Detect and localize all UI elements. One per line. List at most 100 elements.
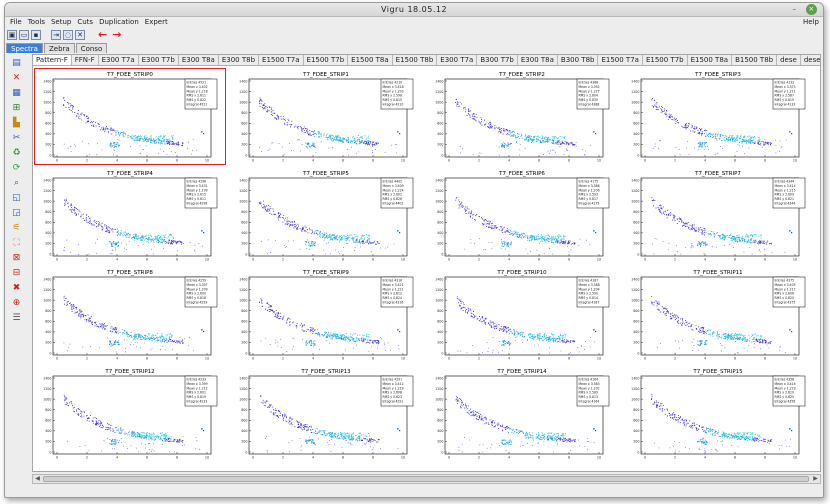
subtab-9[interactable]: E1500 T8b	[393, 55, 438, 65]
subtab-4[interactable]: E300 T8a	[179, 55, 219, 65]
subtab-7[interactable]: E1500 T7b	[304, 55, 349, 65]
stats-line: Mean y 1.219	[383, 386, 404, 390]
histogram-pad[interactable]: T7_FDEE_STRIP7 1400 1200 1000 800 600 400 200 0 0…	[623, 168, 813, 263]
histogram-pad[interactable]: T7_FDEE_STRIP0 1400 1200 1000 800 600 400 200 0 0…	[34, 68, 226, 165]
stats-line: Entries 4233	[187, 378, 207, 382]
subtab-14[interactable]: E1500 T7a	[598, 55, 643, 65]
x-tick-label: 0	[644, 258, 646, 262]
tab-conso[interactable]: Conso	[75, 43, 108, 53]
subtab-17[interactable]: B1500 T8b	[732, 55, 778, 65]
scrollbar-thumb[interactable]	[43, 476, 809, 482]
subtab-15[interactable]: E1500 T7b	[643, 55, 688, 65]
histogram-pad[interactable]: T7_FDEE_STRIP12 1400 1200 1000 800 600 400 200 0…	[35, 366, 225, 461]
subtab-5[interactable]: E300 T8b	[219, 55, 260, 65]
project-x-icon[interactable]: ◱	[11, 193, 22, 204]
cut-list-icon[interactable]: ⊟	[11, 268, 22, 279]
subtab-16[interactable]: E1500 T8a	[688, 55, 733, 65]
y-tick-label: 0	[49, 252, 51, 256]
scroll-right-icon[interactable]: ▶	[811, 475, 820, 483]
subtab-1[interactable]: FFN-F	[72, 55, 99, 65]
menu-duplication[interactable]: Duplication	[96, 17, 142, 28]
histogram-pad[interactable]: T7_FDEE_STRIP3 1400 1200 1000 800 600 400 200 0 0…	[623, 69, 813, 164]
scroll-left-icon[interactable]: ◀	[33, 475, 42, 483]
histogram-pad[interactable]: T7_FDEE_STRIP11 1400 1200 1000 800 600 400 200 0…	[623, 267, 813, 362]
fit-icon[interactable]: ⊞	[11, 103, 22, 114]
y-tick-label: 400	[437, 330, 443, 334]
subtab-13[interactable]: B300 T8b	[558, 55, 599, 65]
x-tick-label: 0	[56, 456, 58, 460]
histogram-pad[interactable]: T7_FDEE_STRIP2 1400 1200 1000 800 600 400 200 0 0…	[427, 69, 617, 164]
subtab-0[interactable]: Pattern-F	[33, 55, 72, 65]
histogram-pad[interactable]: T7_FDEE_STRIP13 1400 1200 1000 800 600 400 200 0…	[231, 366, 421, 461]
stats-line: Integral 4344	[775, 202, 796, 206]
subtab-11[interactable]: B300 T7b	[477, 55, 518, 65]
histogram-icon[interactable]: ▤	[11, 58, 22, 69]
histogram-pad[interactable]: T7_FDEE_STRIP5 1400 1200 1000 800 600 400 200 0 0…	[231, 168, 421, 263]
histogram-pad[interactable]: T7_FDEE_STRIP1 1400 1200 1000 800 600 400 200 0 0…	[231, 69, 421, 164]
reload-icon[interactable]: ⟳	[11, 163, 22, 174]
menu-setup[interactable]: Setup	[48, 17, 74, 28]
histogram-pad[interactable]: T7_FDEE_STRIP8 1400 1200 1000 800 600 400 200 0 0…	[35, 267, 225, 362]
menu-cuts[interactable]: Cuts	[74, 17, 96, 28]
spectra-subtabs: Pattern-F FFN-F E300 T7a E300 T7b E300 T8a E3…	[33, 55, 820, 66]
zoom-icon[interactable]: ⌕	[11, 178, 22, 189]
minimize-button[interactable]: –	[789, 4, 800, 15]
y-tick-label: 600	[241, 320, 247, 324]
delete-icon[interactable]: ✕	[11, 73, 22, 84]
tab-zebra[interactable]: Zebra	[43, 43, 75, 53]
subtab-3[interactable]: E300 T7b	[139, 55, 179, 65]
recycle-icon[interactable]: ♻	[11, 148, 22, 159]
histogram-pad[interactable]: T7_FDEE_STRIP9 1400 1200 1000 800 600 400 200 0 0…	[231, 267, 421, 362]
menu-tools[interactable]: Tools	[25, 17, 48, 28]
cross-tool-icon[interactable]: ✕	[75, 30, 85, 40]
subtab-19[interactable]: dese T7 b	[801, 55, 820, 65]
print-icon[interactable]: ▦	[11, 88, 22, 99]
subtab-8[interactable]: E1500 T8a	[348, 55, 393, 65]
graph-icon[interactable]: ⚟	[11, 223, 22, 234]
x-tick-label: 6	[734, 456, 736, 460]
close-cut-icon[interactable]: ✖	[11, 283, 22, 294]
y-tick-label: 1400	[239, 376, 247, 380]
remove-cut-icon[interactable]: ⊠	[11, 253, 22, 264]
histogram-pad[interactable]: T7_FDEE_STRIP6 1400 1200 1000 800 600 400 200 0 0…	[427, 168, 617, 263]
subtab-6[interactable]: E1500 T7a	[259, 55, 304, 65]
new-cut-icon[interactable]: ⊕	[11, 298, 22, 309]
menu-help[interactable]: Help	[803, 17, 819, 28]
stats-line: RMS x 2.590	[579, 292, 598, 296]
tab-spectra[interactable]: Spectra	[6, 43, 43, 53]
subtab-2[interactable]: E300 T7a	[99, 55, 139, 65]
profile-icon[interactable]: ▙	[11, 118, 22, 129]
histogram-pad[interactable]: T7_FDEE_STRIP10 1400 1200 1000 800 600 400 200 0…	[427, 267, 617, 362]
settings-icon[interactable]: ☰	[11, 313, 22, 324]
y-tick-label: 400	[633, 429, 639, 433]
x-tick-label: 8	[568, 456, 570, 460]
y-tick-label: 400	[633, 231, 639, 235]
arrow-right-icon[interactable]: →	[112, 29, 121, 40]
cut-icon[interactable]: ✂	[11, 133, 22, 144]
menu-expert[interactable]: Expert	[142, 17, 171, 28]
horizontal-scrollbar[interactable]: ◀ ▶	[32, 474, 821, 484]
x-tick-label: 6	[734, 159, 736, 163]
x-tick-label: 8	[372, 456, 374, 460]
stats-line: Integral 4298	[187, 202, 208, 206]
close-button[interactable]: ×	[806, 4, 817, 15]
arrow-left-icon[interactable]: ←	[98, 29, 107, 40]
stats-line: Entries 4375	[775, 279, 795, 283]
subtab-18[interactable]: dese	[777, 55, 801, 65]
import-icon[interactable]: ⇥	[51, 30, 61, 40]
open-folder-icon[interactable]: ▭	[19, 30, 29, 40]
cut-box-icon[interactable]: ⛶	[11, 238, 22, 249]
project-y-icon[interactable]: ◲	[11, 208, 22, 219]
refresh-icon[interactable]: ◌	[63, 30, 73, 40]
subtab-12[interactable]: E300 T8a	[518, 55, 558, 65]
histogram-pad[interactable]: T7_FDEE_STRIP4 1400 1200 1000 800 600 400 200 0 0…	[35, 168, 225, 263]
x-tick-label: 0	[56, 357, 58, 361]
menu-file[interactable]: File	[7, 17, 25, 28]
histogram-plot: T7_FDEE_STRIP3 1400 1200 1000 800 600 400 200 0 0…	[631, 72, 806, 163]
subtab-10[interactable]: E300 T7a	[437, 55, 478, 65]
save-icon[interactable]: ▣	[7, 30, 17, 40]
histogram-pad[interactable]: T7_FDEE_STRIP14 1400 1200 1000 800 600 400 200 0…	[427, 366, 617, 461]
histogram-pad[interactable]: T7_FDEE_STRIP15 1400 1200 1000 800 600 400 200 0…	[623, 366, 813, 461]
disk-icon[interactable]: ▪	[31, 30, 41, 40]
y-tick-label: 1200	[631, 90, 639, 94]
